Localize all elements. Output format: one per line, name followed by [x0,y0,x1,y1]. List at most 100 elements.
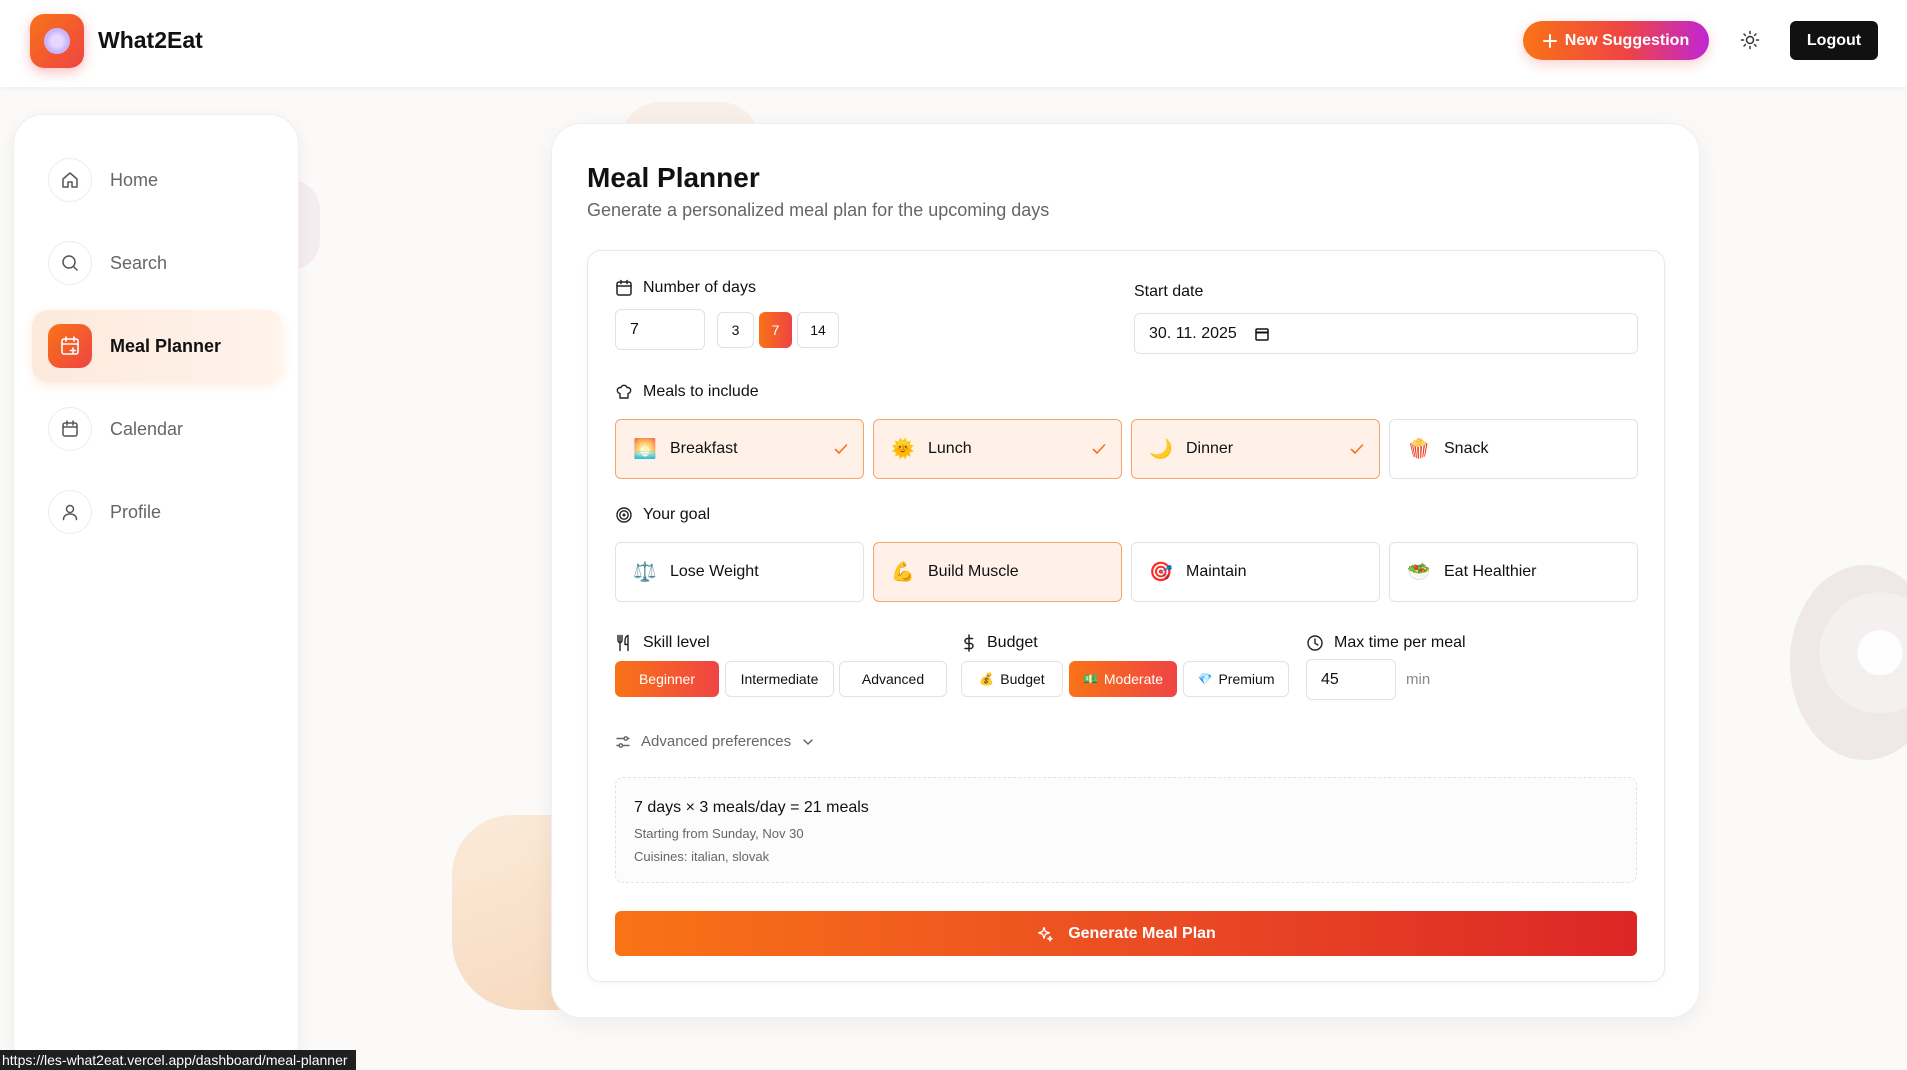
meal-option-breakfast[interactable]: 🌅 Breakfast [615,419,864,479]
sidebar-item-label: Search [110,252,168,273]
clock-icon [1307,635,1323,651]
popcorn-icon: 🍿 [1407,439,1431,460]
status-bar-url: https://les-what2eat.vercel.app/dashboar… [0,1050,356,1070]
skill-option-advanced[interactable]: Advanced [839,661,947,697]
app-title: What2Eat [98,27,203,53]
meals-label-text: Meals to include [643,383,759,400]
sidebar-item-profile[interactable]: Profile [32,476,282,548]
sidebar-item-search[interactable]: Search [32,227,282,299]
skill-option-beginner[interactable]: Beginner [615,661,719,697]
moon-icon: 🌙 [1149,439,1173,460]
meal-option-label: Snack [1444,440,1489,457]
theme-toggle-sun-icon[interactable] [1740,30,1760,50]
meal-option-snack[interactable]: 🍿 Snack [1389,419,1638,479]
user-icon [48,490,92,534]
goal-option-eat-healthier[interactable]: 🥗 Eat Healthier [1389,542,1638,602]
start-date-label: Start date [1134,283,1203,301]
budget-option-moderate[interactable]: 💵 Moderate [1069,661,1177,697]
dart-target-icon: 🎯 [1149,562,1173,583]
meal-option-lunch[interactable]: 🌞 Lunch [873,419,1122,479]
check-icon [1350,444,1364,454]
budget-option-label: Moderate [1103,671,1164,687]
sidebar-item-label: Home [110,169,159,190]
sparkles-icon [1038,926,1054,942]
sidebar-item-label: Profile [110,501,162,522]
goal-option-label: Eat Healthier [1444,563,1537,580]
meal-option-label: Dinner [1186,440,1234,457]
sliders-icon [616,735,630,748]
goal-option-maintain[interactable]: 🎯 Maintain [1131,542,1380,602]
target-icon [616,507,632,523]
start-date-value: 30. 11. 2025 [1149,324,1237,342]
goal-option-label: Build Muscle [928,563,1019,580]
calendar-icon [48,407,92,451]
goal-option-lose-weight[interactable]: ⚖️ Lose Weight [615,542,864,602]
meals-label: Meals to include [615,383,759,401]
meal-option-dinner[interactable]: 🌙 Dinner [1131,419,1380,479]
days-input[interactable]: 7 [615,309,705,350]
meal-planner-card: Meal Planner Generate a personalized mea… [551,123,1700,1018]
max-time-unit: min [1406,671,1431,688]
goal-option-build-muscle[interactable]: 💪 Build Muscle [873,542,1122,602]
decorative-donut-shape [1790,565,1907,760]
start-date-input[interactable]: 30. 11. 2025 [1134,313,1638,354]
summary-total: 7 days × 3 meals/day = 21 meals [634,799,869,816]
salad-icon: 🥗 [1407,562,1431,583]
money-bag-icon: 💰 [979,672,995,686]
max-time-label-text: Max time per meal [1334,634,1466,651]
budget-option-label: Premium [1218,671,1275,687]
days-preset-3[interactable]: 3 [717,312,754,348]
sidebar-item-meal-planner[interactable]: Meal Planner [32,310,282,382]
sidebar-item-calendar[interactable]: Calendar [32,393,282,465]
skill-label-text: Skill level [643,634,710,651]
skill-option-intermediate[interactable]: Intermediate [725,661,834,697]
goal-option-label: Lose Weight [670,563,759,580]
goal-label: Your goal [615,506,710,524]
days-label: Number of days [615,279,756,297]
calendar-icon [616,279,632,296]
goal-option-label: Maintain [1186,563,1247,580]
max-time-label: Max time per meal [1306,634,1466,652]
budget-option-label: Budget [1000,671,1045,687]
scale-icon: ⚖️ [633,562,657,583]
plan-summary: 7 days × 3 meals/day = 21 meals Starting… [615,777,1637,883]
planner-form: Number of days 7 3 7 14 Start date 30. 1… [587,250,1665,982]
flexed-biceps-icon: 💪 [891,562,915,583]
new-suggestion-button[interactable]: New Suggestion [1523,21,1709,60]
advanced-preferences-label: Advanced preferences [641,733,792,750]
sidebar: Home Search Meal Planner Calendar Profil… [13,114,299,1070]
generate-meal-plan-button[interactable]: Generate Meal Plan [615,911,1637,956]
app-logo[interactable] [30,14,84,68]
days-preset-14[interactable]: 14 [797,312,839,348]
check-icon [834,444,848,454]
utensils-icon [617,634,629,652]
sunrise-icon: 🌅 [633,439,657,460]
sidebar-item-label: Calendar [110,418,184,439]
days-label-text: Number of days [643,279,756,296]
meal-option-label: Lunch [928,440,972,457]
budget-label: Budget [961,634,1038,652]
calendar-picker-icon[interactable] [1255,327,1269,341]
calendar-plus-icon [48,324,92,368]
advanced-preferences-toggle[interactable]: Advanced preferences [615,733,815,750]
top-header: What2Eat New Suggestion Logout [0,0,1907,87]
days-preset-7[interactable]: 7 [759,312,792,348]
check-icon [1092,444,1106,454]
search-icon [48,241,92,285]
sidebar-item-home[interactable]: Home [32,144,282,216]
summary-cuisines: Cuisines: italian, slovak [634,849,770,864]
sun-icon: 🌞 [891,439,915,460]
banknote-icon: 💵 [1082,672,1098,686]
logout-button[interactable]: Logout [1790,21,1878,60]
max-time-input[interactable]: 45 [1306,659,1396,700]
budget-label-text: Budget [987,634,1038,651]
summary-start: Starting from Sunday, Nov 30 [634,826,804,841]
decorative-croissant-shape [452,815,562,1010]
budget-option-budget[interactable]: 💰 Budget [961,661,1063,697]
generate-label: Generate Meal Plan [1068,924,1216,942]
plus-icon [1542,33,1557,48]
page-title: Meal Planner [587,162,760,193]
dollar-icon [964,634,974,652]
budget-option-premium[interactable]: 💎 Premium [1183,661,1289,697]
gem-icon: 💎 [1197,672,1213,686]
